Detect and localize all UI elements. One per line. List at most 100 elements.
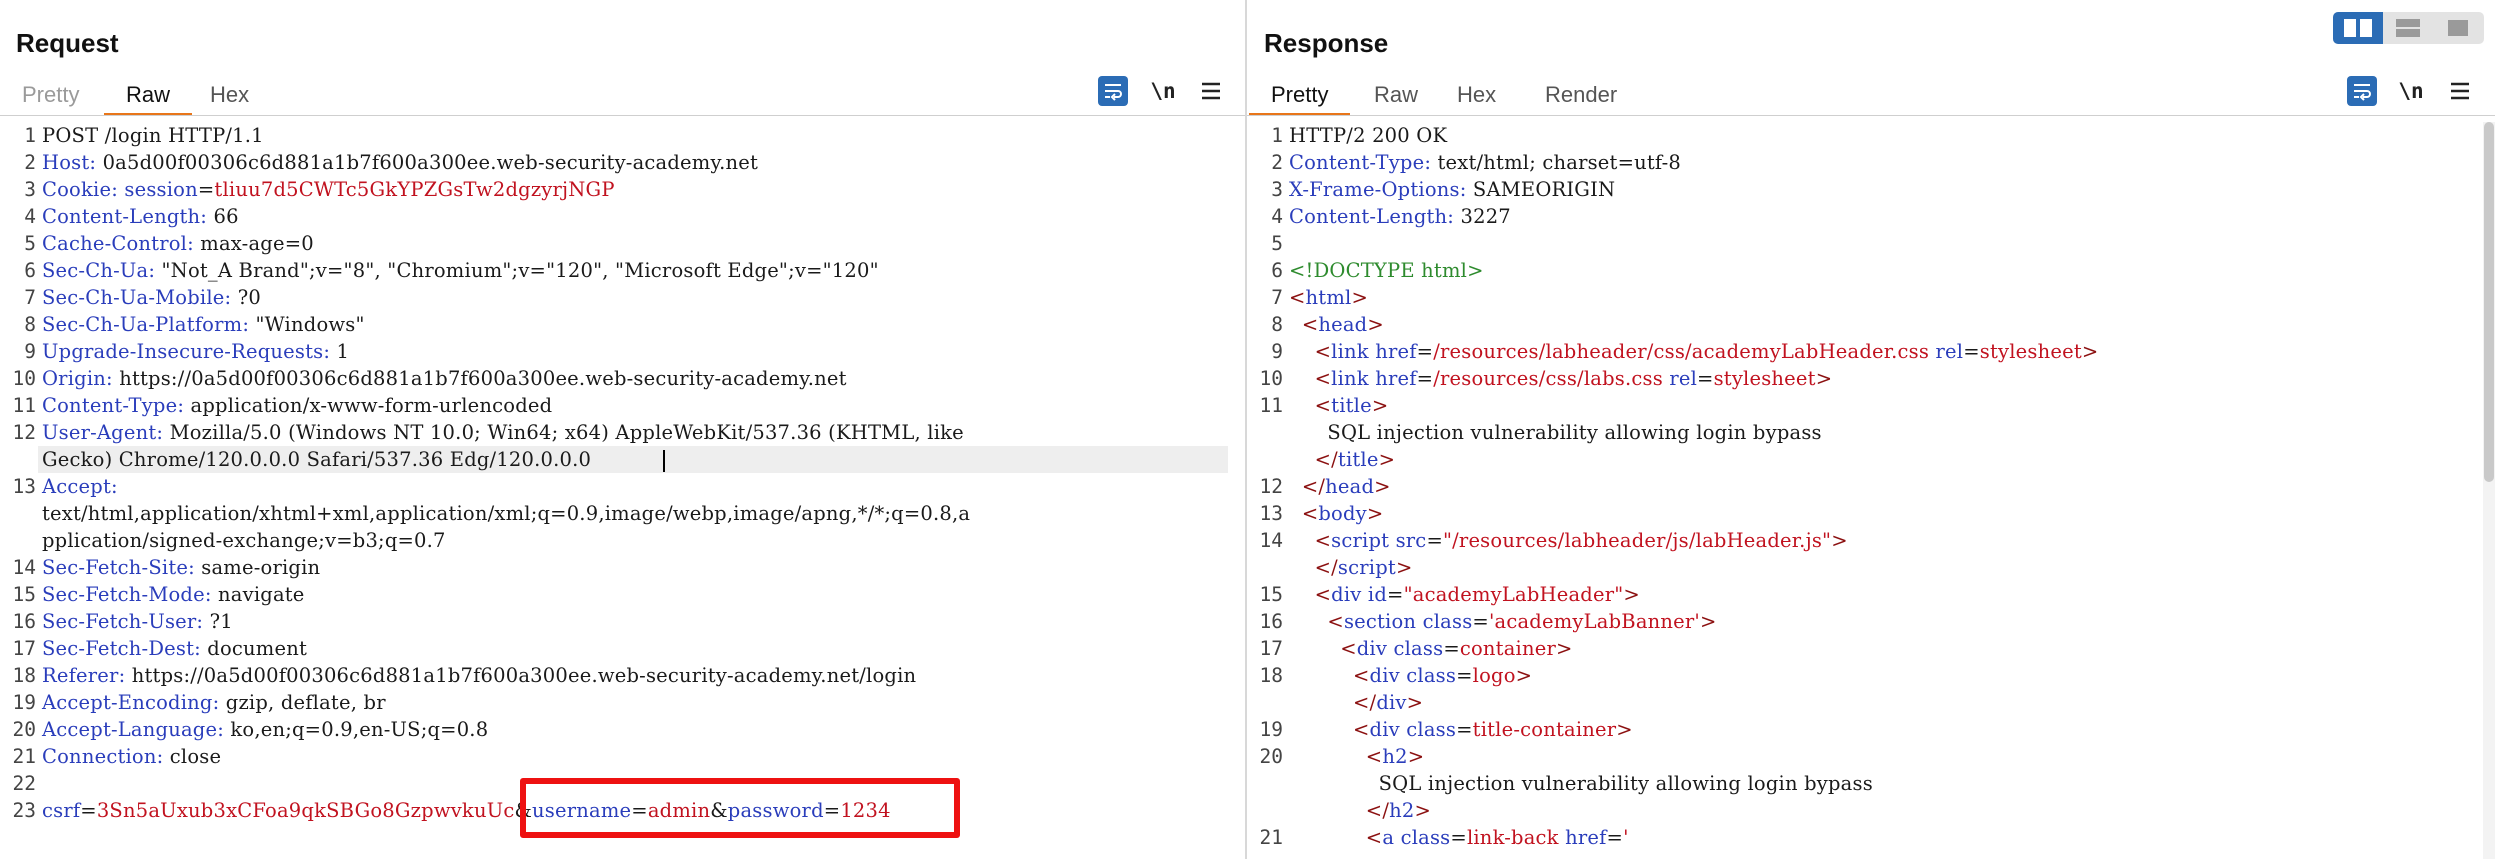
code-line: Accept-Encoding: gzip, deflate, br [42,691,386,714]
code-token: = [80,799,97,822]
code-line: <h2> [1289,745,1424,768]
response-scrollbar-thumb[interactable] [2484,122,2494,482]
code-line: </h2> [1289,799,1431,822]
code-token: Sec-Fetch-User: [42,610,204,633]
code-token: /resources/css/labs.css [1433,367,1663,390]
split-vertical-icon[interactable] [2383,12,2433,44]
code-line: Gecko) Chrome/120.0.0.0 Safari/537.36 Ed… [42,448,591,471]
code-token: script [1337,556,1396,579]
code-token: Accept: [42,475,118,498]
code-token: title-container [1472,718,1617,741]
request-editor[interactable]: 1 POST /login HTTP/1.1 2 Host: 0a5d00f00306… [0,122,1245,859]
request-tab-pretty[interactable]: Pretty [0,74,101,114]
request-tab-hex[interactable]: Hex [188,74,271,114]
line-number: 19 [1259,718,1283,741]
line-number: 6 [24,259,36,282]
line-number: 12 [12,421,36,444]
single-pane-icon[interactable] [2433,12,2483,44]
code-token: < [1365,745,1383,768]
line-number: 15 [12,583,36,606]
code-line: <div id="academyLabHeader"> [1289,583,1640,606]
code-token: "Windows" [249,313,365,336]
code-token: ?0 [231,286,261,309]
code-token: = [1697,367,1714,390]
code-token: script [1331,529,1390,552]
code-token: rel [1935,340,1964,363]
line-number: 7 [24,286,36,309]
code-token: Sec-Fetch-Site: [42,556,195,579]
wrap-lines-icon[interactable] [2347,76,2377,106]
line-number: 5 [1271,232,1283,255]
code-token: title [1337,448,1379,471]
code-token: /resources/labheader/css/academyLabHeade… [1433,340,1930,363]
code-line: </div> [1289,691,1423,714]
code-token: > [1831,529,1848,552]
code-token: link [1331,340,1369,363]
code-token: href [1375,367,1417,390]
line-number: 13 [1259,502,1283,525]
line-number: 1 [1271,124,1283,147]
code-token: 3Sn5aUxub3xCFoa9qkSBGo8GzpwvkuUc [96,799,515,822]
code-token: 3227 [1454,205,1511,228]
response-tab-hex[interactable]: Hex [1435,74,1518,114]
code-token: document [200,637,308,660]
code-token: Content-Length: [42,205,208,228]
code-token: a [1382,826,1395,849]
code-token: < [1314,367,1332,390]
code-line: Content-Length: 3227 [1289,205,1511,228]
layout-toggle [2333,12,2484,44]
newline-toggle[interactable]: \n [2394,76,2428,106]
code-token: src [1395,529,1427,552]
code-token: < [1340,637,1357,660]
code-token: ?1 [203,610,233,633]
code-token: < [1365,826,1383,849]
code-token: < [1353,664,1370,687]
code-line: Host: 0a5d00f00306c6d881a1b7f600a300ee.w… [42,151,758,174]
response-tab-raw[interactable]: Raw [1352,74,1440,114]
code-token: > [1414,799,1432,822]
code-line: <section class='academyLabBanner'> [1289,610,1717,633]
code-token: > [2081,340,2099,363]
split-horizontal-icon[interactable] [2333,12,2383,44]
code-token: = [1456,664,1473,687]
code-line: </script> [1289,556,1413,579]
line-number: 14 [12,556,36,579]
code-token: > [1374,475,1391,498]
code-line: SQL injection vulnerability allowing log… [1289,772,1873,795]
code-token: ko,en;q=0.9,en-US;q=0.8 [223,718,489,741]
response-tab-pretty[interactable]: Pretty [1249,74,1351,116]
code-token: < [1289,286,1306,309]
code-token: section [1343,610,1417,633]
wrap-lines-icon[interactable] [1098,76,1128,106]
code-token: href [1375,340,1417,363]
code-line: Content-Length: 66 [42,205,239,228]
code-line: <div class=container> [1289,637,1573,660]
line-number: 19 [12,691,36,714]
code-line: Content-Type: application/x-www-form-url… [42,394,552,417]
code-token: > [1371,394,1389,417]
hamburger-menu-icon[interactable] [2447,78,2473,104]
code-token: "academyLabHeader" [1403,583,1624,606]
code-token: > [1395,556,1413,579]
response-editor[interactable]: 1 HTTP/2 200 OK 2 Content-Type: text/html; … [1247,122,2481,859]
code-token: X-Frame-Options: [1289,178,1467,201]
code-token: Accept-Encoding: [42,691,220,714]
response-title: Response [1264,28,1389,58]
request-tab-raw[interactable]: Raw [104,74,193,116]
newline-toggle[interactable]: \n [1146,76,1180,106]
code-token: rel [1669,367,1698,390]
code-token: div [1356,637,1388,660]
code-token: User-Agent: [42,421,164,444]
code-token: HTTP/2 200 OK [1289,124,1448,147]
code-token: max-age=0 [193,232,314,255]
code-line: <link href=/resources/css/labs.css rel=s… [1289,367,1832,390]
code-token: > [1407,745,1425,768]
code-token: </ [1353,691,1377,714]
response-tab-render[interactable]: Render [1523,74,1639,114]
code-token: tliuu7d5CWTc5GkYPZGsTw2dgzyrjNGP [214,178,615,201]
line-number: 23 [12,799,36,822]
code-token: application/x-www-form-urlencoded [184,394,553,417]
code-token: Host: [42,151,97,174]
hamburger-menu-icon[interactable] [1198,78,1224,104]
